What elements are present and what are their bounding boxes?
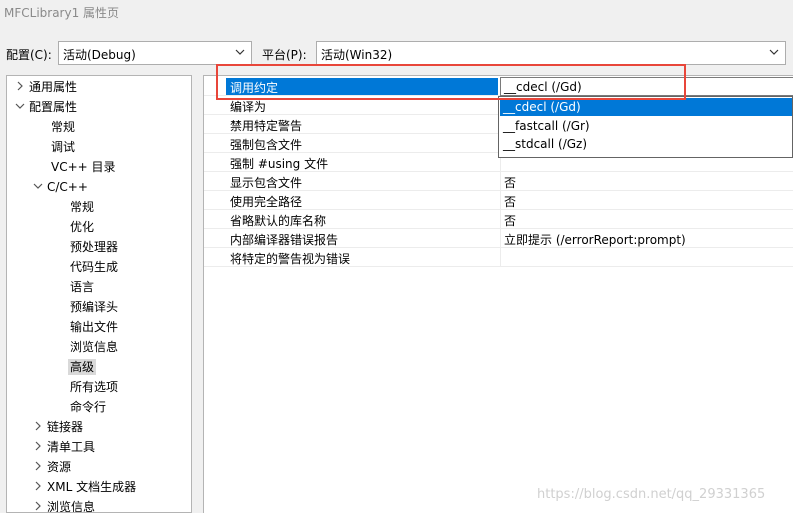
calling-convention-value: __cdecl (/Gd)	[504, 80, 582, 94]
property-name: 使用完全路径	[230, 195, 303, 209]
chevron-right-icon[interactable]	[33, 478, 47, 498]
property-value[interactable]: 否	[504, 174, 516, 191]
chevron-right-icon[interactable]	[33, 418, 47, 438]
tree-item-label: 预编译头	[70, 300, 119, 314]
tree-item-vc-directories[interactable]: VC++ 目录	[51, 157, 116, 177]
tree-item-label: VC++ 目录	[51, 160, 116, 174]
tree-item-browse-information[interactable]: 浏览信息	[70, 337, 118, 357]
watermark: https://blog.csdn.net/qq_29331365	[537, 487, 766, 502]
chevron-down-icon[interactable]	[33, 178, 47, 198]
property-name: 内部编译器错误报告	[230, 233, 339, 247]
chevron-down-icon[interactable]	[15, 98, 29, 118]
tree-item-label: 浏览信息	[70, 340, 119, 354]
tree-item-all-options[interactable]: 所有选项	[70, 377, 118, 397]
column-divider	[500, 248, 501, 267]
tree-item-linker[interactable]: 链接器	[33, 417, 83, 437]
tree-item-common-properties[interactable]: 通用属性	[15, 77, 77, 97]
tree-item-label: 配置属性	[29, 100, 78, 114]
dropdown-option-cdecl[interactable]: __cdecl (/Gd)	[500, 98, 792, 116]
config-label: 配置(C):	[6, 48, 52, 62]
property-name: 编译为	[230, 100, 267, 114]
tree-item-resources[interactable]: 资源	[33, 457, 71, 477]
tree-item-preprocessor[interactable]: 预处理器	[70, 237, 118, 257]
tree-item-configuration-properties[interactable]: 配置属性	[15, 97, 77, 117]
column-divider	[500, 172, 501, 191]
tree-item-label: 所有选项	[70, 380, 119, 394]
property-name: 省略默认的库名称	[230, 214, 327, 228]
tree-item-label: 常规	[51, 120, 76, 134]
chevron-right-icon[interactable]	[33, 458, 47, 478]
column-divider	[500, 210, 501, 229]
tree-item-cpp-general[interactable]: 常规	[70, 197, 94, 217]
property-tree: 通用属性 配置属性 常规 调试 VC++ 目录 C/C++ 常规 优化 预处理器…	[6, 75, 192, 513]
dropdown-option-fastcall[interactable]: __fastcall (/Gr)	[500, 117, 792, 135]
platform-select-value: 活动(Win32)	[321, 48, 393, 62]
tree-item-label: 清单工具	[47, 440, 96, 454]
tree-item-label: 高级	[68, 359, 97, 375]
tree-item-label: 资源	[47, 460, 72, 474]
tree-item-label: 调试	[51, 140, 76, 154]
tree-item-label: 通用属性	[29, 80, 78, 94]
tree-item-precompiled-headers[interactable]: 预编译头	[70, 297, 118, 317]
config-bar: 配置(C): 活动(Debug) 平台(P): 活动(Win32)	[0, 36, 793, 70]
calling-convention-dropdown: __cdecl (/Gd) __fastcall (/Gr) __stdcall…	[498, 96, 793, 158]
tree-item-general[interactable]: 常规	[51, 117, 75, 137]
tree-item-label: 预处理器	[70, 240, 119, 254]
chevron-down-icon	[235, 47, 245, 57]
property-row-use-full-paths[interactable]: 使用完全路径 否	[204, 191, 793, 210]
tree-item-label: C/C++	[47, 180, 88, 194]
tree-item-label: 链接器	[47, 420, 84, 434]
chevron-down-icon	[769, 47, 779, 57]
property-name: 将特定的警告视为错误	[230, 252, 351, 266]
tree-item-code-generation[interactable]: 代码生成	[70, 257, 118, 277]
tree-item-command-line[interactable]: 命令行	[70, 397, 106, 417]
tree-item-label: 常规	[70, 200, 95, 214]
chevron-right-icon[interactable]	[33, 498, 47, 512]
property-row-treat-warnings-as-errors[interactable]: 将特定的警告视为错误	[204, 248, 793, 267]
tree-item-manifest-tool[interactable]: 清单工具	[33, 437, 95, 457]
property-name: 调用约定	[230, 81, 279, 95]
property-name: 强制包含文件	[230, 138, 303, 152]
tree-item-debugging[interactable]: 调试	[51, 137, 75, 157]
tree-item-advanced[interactable]: 高级	[68, 357, 97, 377]
property-value[interactable]: 否	[504, 212, 516, 229]
config-select-value: 活动(Debug)	[63, 48, 136, 62]
dropdown-option-stdcall[interactable]: __stdcall (/Gz)	[500, 135, 792, 153]
platform-select[interactable]: 活动(Win32)	[316, 41, 786, 65]
tree-item-label: 代码生成	[70, 260, 119, 274]
tree-item-label: 输出文件	[70, 320, 119, 334]
calling-convention-select[interactable]: __cdecl (/Gd)	[500, 77, 793, 96]
tree-item-language[interactable]: 语言	[70, 277, 94, 297]
column-divider	[500, 191, 501, 210]
property-name: 禁用特定警告	[230, 119, 303, 133]
property-row-show-includes[interactable]: 显示包含文件 否	[204, 172, 793, 191]
tree-item-output-files[interactable]: 输出文件	[70, 317, 118, 337]
property-row-calling-convention[interactable]: 调用约定 __cdecl (/Gd)	[204, 77, 793, 96]
property-name: 强制 #using 文件	[230, 157, 329, 171]
platform-label: 平台(P):	[262, 48, 307, 62]
tree-item-label: 浏览信息	[47, 500, 96, 513]
tree-item-c-cpp[interactable]: C/C++	[33, 177, 88, 197]
tree-item-optimization[interactable]: 优化	[70, 217, 94, 237]
chevron-right-icon[interactable]	[15, 78, 29, 98]
tree-item-xml-doc-generator[interactable]: XML 文档生成器	[33, 477, 136, 497]
tree-item-label: 语言	[70, 280, 95, 294]
property-row-omit-default-library-name[interactable]: 省略默认的库名称 否	[204, 210, 793, 229]
chevron-right-icon[interactable]	[33, 438, 47, 458]
property-row-internal-compiler-error-reporting[interactable]: 内部编译器错误报告 立即提示 (/errorReport:prompt)	[204, 229, 793, 248]
config-select[interactable]: 活动(Debug)	[58, 41, 252, 65]
tree-item-browse-information-tool[interactable]: 浏览信息	[33, 497, 96, 513]
tree-item-label: 优化	[70, 220, 95, 234]
property-value[interactable]: 否	[504, 193, 516, 210]
property-name: 显示包含文件	[230, 176, 303, 190]
window-title: MFCLibrary1 属性页	[0, 0, 793, 26]
tree-item-label: XML 文档生成器	[47, 480, 137, 494]
tree-item-label: 命令行	[70, 400, 107, 414]
column-divider	[500, 229, 501, 248]
property-value[interactable]: 立即提示 (/errorReport:prompt)	[504, 231, 686, 248]
